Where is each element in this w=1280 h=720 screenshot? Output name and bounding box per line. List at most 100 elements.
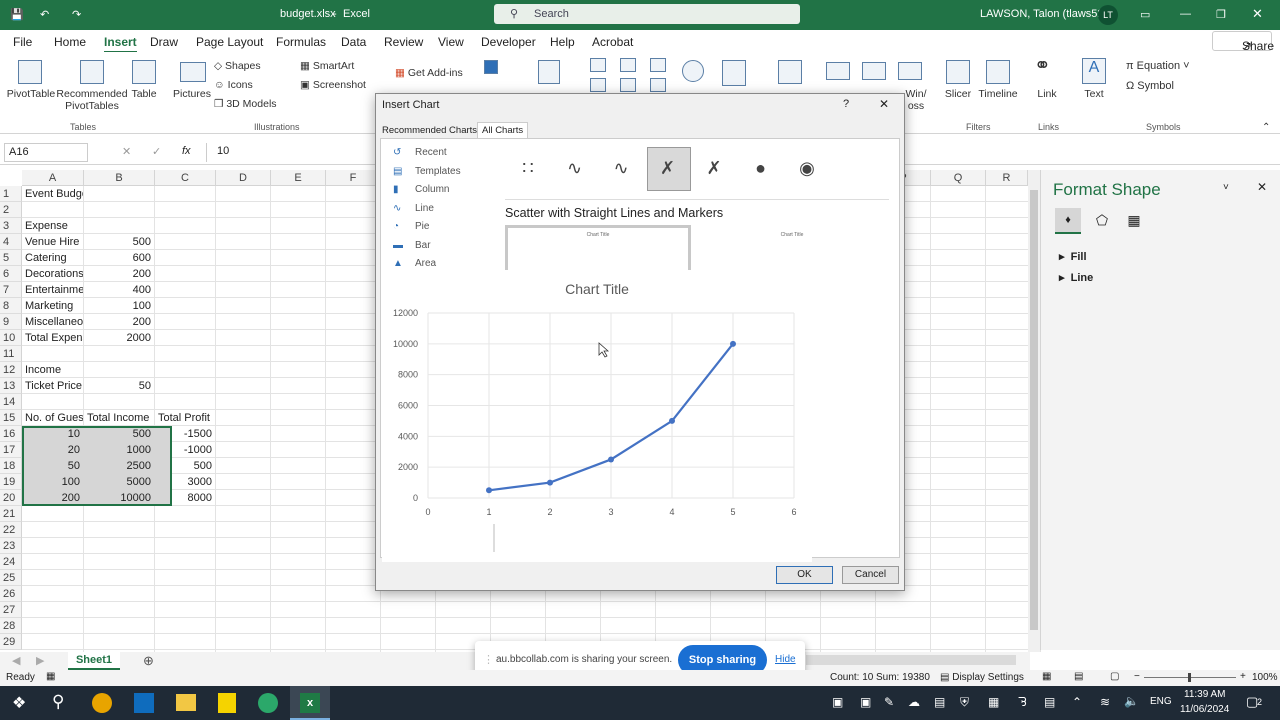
row-header-15[interactable]: 15 [0,410,22,426]
timeline-icon[interactable] [986,60,1010,84]
line-section[interactable]: ▸ Line [1059,271,1093,284]
cell-b10[interactable]: 2000 [84,330,154,346]
page-layout-view-icon[interactable]: ▤ [1074,671,1083,682]
row-header-20[interactable]: 20 [0,490,22,506]
column-header-e[interactable]: E [271,170,326,186]
chart-type-line[interactable]: ∿ Line [393,203,493,214]
cell-b4[interactable]: 500 [84,234,154,250]
close-icon[interactable]: ✕ [1252,6,1263,22]
display-settings[interactable]: ▤ Display Settings [940,672,1024,683]
row-header-27[interactable]: 27 [0,602,22,618]
chart-type-bar[interactable]: ▬ Bar [393,240,493,251]
clock-date[interactable]: 11/06/2024 [1180,704,1229,715]
cell-a8[interactable]: Marketing [22,298,83,314]
redo-icon[interactable]: ↷ [72,8,81,21]
cell-c17[interactable]: -1000 [155,442,215,458]
pivottable-button[interactable]: PivotTable [6,88,56,100]
row-header-25[interactable]: 25 [0,570,22,586]
winloss-label-b[interactable]: oss [904,100,928,112]
help-button[interactable]: ? [843,98,849,110]
ok-button[interactable]: OK [776,566,833,584]
file-explorer-icon[interactable] [176,694,196,711]
edge-icon[interactable] [258,693,278,713]
cell-a9[interactable]: Miscellaneous [22,314,83,330]
cell-a17[interactable]: 20 [22,442,83,458]
cell-a12[interactable]: Income [22,362,83,378]
tab-data[interactable]: Data [341,35,366,49]
dialog-close-icon[interactable]: ✕ [879,97,889,111]
row-header-8[interactable]: 8 [0,298,22,314]
sheet-tab-sheet1[interactable]: Sheet1 [68,652,120,670]
name-box[interactable]: A16 [4,143,88,162]
sparkline-column-icon[interactable] [862,62,886,80]
icons-button[interactable]: ☺ Icons [214,79,253,91]
sparkline-line-icon[interactable] [826,62,850,80]
tray-network-drive-icon[interactable]: ▤ [934,695,945,709]
search-box[interactable]: ⚲ Search [494,4,800,24]
ribbon-display-icon[interactable]: ▭ [1140,8,1150,21]
subtype-scatter-straight-icon[interactable]: ✗ [697,153,731,185]
cancel-icon[interactable]: ✕ [122,145,131,158]
column-header-a[interactable]: A [22,170,84,186]
zoom-slider-thumb[interactable] [1188,673,1191,682]
tab-home[interactable]: Home [54,35,86,49]
normal-view-icon[interactable]: ▦ [1042,671,1051,682]
next-sheet-icon[interactable]: ▶ [36,654,44,667]
subtype-scatter-smooth-markers-icon[interactable]: ∿ [558,153,592,185]
row-header-13[interactable]: 13 [0,378,22,394]
volume-icon[interactable]: 🔈 [1124,694,1139,708]
row-header-21[interactable]: 21 [0,506,22,522]
cell-c19[interactable]: 3000 [155,474,215,490]
zoom-out-icon[interactable]: − [1134,671,1140,682]
cell-b6[interactable]: 200 [84,266,154,282]
sticky-notes-icon[interactable] [218,693,236,713]
cell-a10[interactable]: Total Expenses [22,330,83,346]
chart-type-pie[interactable]: ◔ Pie [393,221,493,232]
bluetooth-icon[interactable]: ᘋ [1018,695,1027,710]
cell-b13[interactable]: 50 [84,378,154,394]
cell-b19[interactable]: 5000 [84,474,154,490]
slicer-button[interactable]: Slicer [940,88,976,100]
avatar[interactable]: LT [1098,5,1118,25]
row-header-26[interactable]: 26 [0,586,22,602]
pictures-button[interactable]: Pictures [172,88,212,100]
zoom-in-icon[interactable]: + [1240,671,1246,682]
column-header-q[interactable]: Q [931,170,986,186]
minimize-icon[interactable]: — [1180,8,1191,20]
chart-preview[interactable]: Chart Title 0 2000 4000 6000 8000 10000 12000 0 1… [382,270,812,562]
pictures-icon[interactable] [180,62,206,82]
row-header-29[interactable]: 29 [0,634,22,650]
slicer-icon[interactable] [946,60,970,84]
row-header-14[interactable]: 14 [0,394,22,410]
panel-close-icon[interactable]: ✕ [1257,180,1267,194]
winloss-label-a[interactable]: Win/ [904,88,928,100]
cell-c15[interactable]: Total Profit [155,410,215,426]
chart-type-templates[interactable]: ▤ Templates [393,166,493,177]
restore-icon[interactable]: ❐ [1216,8,1226,21]
statistic-chart-icon[interactable] [650,58,666,72]
row-header-10[interactable]: 10 [0,330,22,346]
cell-c16[interactable]: -1500 [155,426,215,442]
accessibility-icon[interactable]: ▦ [46,671,55,682]
cell-c18[interactable]: 500 [155,458,215,474]
cell-a13[interactable]: Ticket Price [22,378,83,394]
cell-a1[interactable]: Event Budget [22,186,83,202]
tab-review[interactable]: Review [384,35,423,49]
symbol-button[interactable]: Ω Symbol [1126,80,1174,92]
addin-store-icon[interactable] [484,60,498,74]
clock-time[interactable]: 11:39 AM [1184,689,1226,700]
tab-developer[interactable]: Developer [481,35,536,49]
line-chart-icon[interactable] [590,78,606,92]
tray-nvidia-icon[interactable]: ▣ [832,695,843,709]
cell-b16[interactable]: 500 [84,426,154,442]
prev-sheet-icon[interactable]: ◀ [12,654,20,667]
tab-acrobat[interactable]: Acrobat [592,35,633,49]
cell-a18[interactable]: 50 [22,458,83,474]
hide-link[interactable]: Hide [775,654,796,665]
row-header-12[interactable]: 12 [0,362,22,378]
wifi-icon[interactable]: ≋ [1100,695,1110,709]
pivottable-icon[interactable] [18,60,42,84]
row-header-11[interactable]: 11 [0,346,22,362]
tab-recommended-charts[interactable]: Recommended Charts [382,125,477,136]
insert-function-icon[interactable]: fx [182,145,191,157]
